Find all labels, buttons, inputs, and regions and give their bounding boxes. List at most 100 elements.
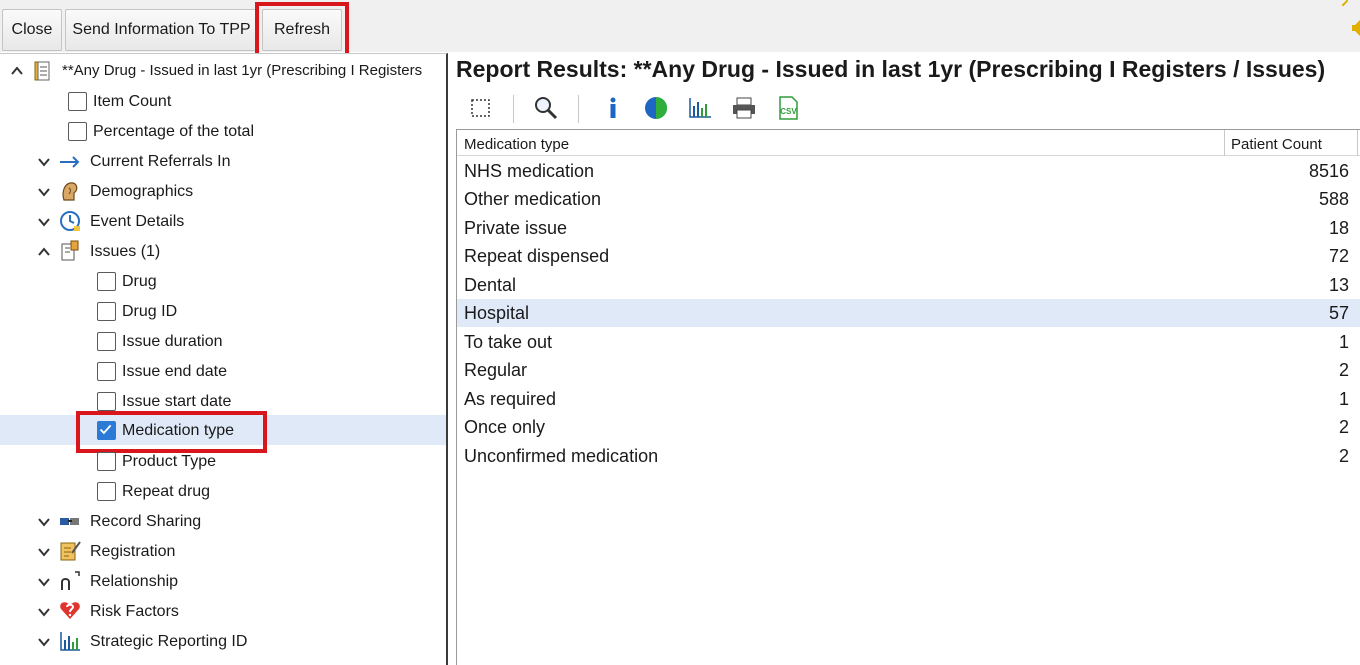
checkbox-medication-type[interactable] <box>97 421 116 440</box>
tree-item-label: Product Type <box>122 453 216 470</box>
tree-item-issue-duration[interactable]: Issue duration <box>0 327 446 357</box>
column-header-medication-type[interactable]: Medication type <box>464 136 569 153</box>
chevron-down-icon[interactable] <box>37 545 51 559</box>
tree-item-label: Issue start date <box>122 393 232 410</box>
column-header-patient-count[interactable]: Patient Count <box>1231 136 1322 153</box>
tree-group-label: Issues (1) <box>90 243 161 260</box>
column-divider[interactable] <box>1224 130 1225 156</box>
tree-group-label: Strategic Reporting ID <box>90 633 248 650</box>
column-divider <box>1357 130 1358 156</box>
cell-patient-count: 2 <box>1338 446 1349 466</box>
registration-form-icon <box>60 541 81 561</box>
cell-medication-type: As required <box>464 389 557 409</box>
results-table: Medication type Patient Count NHS medica… <box>456 129 1360 665</box>
cell-patient-count: 2 <box>1338 360 1349 380</box>
tree-root[interactable]: **Any Drug - Issued in last 1yr (Prescri… <box>0 56 446 86</box>
print-icon[interactable] <box>731 95 757 121</box>
pie-chart-icon[interactable] <box>643 95 669 121</box>
chevron-down-icon[interactable] <box>37 215 51 229</box>
chevron-down-icon[interactable] <box>37 515 51 529</box>
tree-group-issues[interactable]: Issues (1) <box>0 237 446 267</box>
checkbox-product-type[interactable] <box>97 452 116 471</box>
tree-item-label: Issue duration <box>122 333 223 350</box>
cell-medication-type: Other medication <box>464 189 602 209</box>
checkbox-issue-start-date[interactable] <box>97 392 116 411</box>
checkbox-issue-duration[interactable] <box>97 332 116 351</box>
chevron-down-icon[interactable] <box>37 605 51 619</box>
cell-medication-type: Hospital <box>464 303 530 323</box>
tree-group-strategic-reporting[interactable]: Strategic Reporting ID <box>0 627 446 657</box>
tree-group-demographics[interactable]: Demographics <box>0 177 446 207</box>
tree-group-label: Demographics <box>90 183 194 200</box>
tree-group-relationship[interactable]: Relationship <box>0 567 446 597</box>
table-row[interactable]: Private issue 18 <box>457 214 1360 242</box>
tree-item-product-type[interactable]: Product Type <box>0 447 446 477</box>
svg-text:CSV: CSV <box>780 107 797 116</box>
table-row[interactable]: NHS medication 8516 <box>457 157 1360 185</box>
table-row[interactable]: Regular 2 <box>457 356 1360 384</box>
table-row[interactable]: As required 1 <box>457 385 1360 413</box>
table-row[interactable]: Repeat dispensed 72 <box>457 242 1360 270</box>
chevron-down-icon[interactable] <box>37 155 51 169</box>
tree-item-percentage[interactable]: Percentage of the total <box>0 117 446 147</box>
tree-item-issue-end-date[interactable]: Issue end date <box>0 357 446 387</box>
tree-group-registration[interactable]: Registration <box>0 537 446 567</box>
tree-root-label: **Any Drug - Issued in last 1yr (Prescri… <box>62 62 423 79</box>
tree-group-record-sharing[interactable]: Record Sharing <box>0 507 446 537</box>
checkbox-percentage[interactable] <box>68 122 87 141</box>
cell-medication-type: Repeat dispensed <box>464 246 610 266</box>
heart-question-icon <box>60 602 80 619</box>
table-row[interactable]: Other medication 588 <box>457 185 1360 213</box>
tree-item-drug[interactable]: Drug <box>0 267 446 297</box>
table-row[interactable]: Once only 2 <box>457 413 1360 441</box>
table-row-selected[interactable]: Hospital 57 <box>457 299 1360 327</box>
tree-group-label: Registration <box>90 543 176 560</box>
tree-item-repeat-drug[interactable]: Repeat drug <box>0 477 446 507</box>
checkbox-drug[interactable] <box>97 272 116 291</box>
chevron-down-icon[interactable] <box>37 575 51 589</box>
report-title: Report Results: **Any Drug - Issued in l… <box>456 56 1326 82</box>
select-area-icon[interactable] <box>468 95 494 121</box>
record-sharing-icon <box>60 518 79 525</box>
report-panel: Report Results: **Any Drug - Issued in l… <box>450 53 1360 665</box>
csv-export-icon[interactable]: CSV <box>775 95 801 121</box>
checkbox-item-count[interactable] <box>68 92 87 111</box>
table-row[interactable]: To take out 1 <box>457 328 1360 356</box>
search-icon[interactable] <box>533 95 559 121</box>
cell-medication-type: Once only <box>464 417 546 437</box>
clock-icon <box>60 211 80 231</box>
tree-group-event-details[interactable]: Event Details <box>0 207 446 237</box>
cell-patient-count: 8516 <box>1308 161 1349 181</box>
chevron-down-icon[interactable] <box>37 185 51 199</box>
tree-group-risk-factors[interactable]: Risk Factors <box>0 597 446 627</box>
tree-item-label: Percentage of the total <box>93 123 254 140</box>
tree-item-drug-id[interactable]: Drug ID <box>0 297 446 327</box>
tree-item-medication-type[interactable]: Medication type <box>0 415 446 445</box>
bar-chart-icon[interactable] <box>687 95 713 121</box>
tree-group-label: Record Sharing <box>90 513 202 530</box>
info-icon[interactable] <box>600 95 626 121</box>
criteria-tree: **Any Drug - Issued in last 1yr (Prescri… <box>0 53 448 665</box>
chevron-down-icon[interactable] <box>37 635 51 649</box>
cell-medication-type: To take out <box>464 332 553 352</box>
tree-item-issue-start-date[interactable]: Issue start date <box>0 387 446 417</box>
tree-group-current-referrals[interactable]: Current Referrals In <box>0 147 446 177</box>
tree-item-label: Repeat drug <box>122 483 211 500</box>
checkbox-issue-end-date[interactable] <box>97 362 116 381</box>
cell-patient-count: 57 <box>1328 303 1349 323</box>
chevron-up-icon[interactable] <box>37 245 51 259</box>
send-information-button[interactable]: Send Information To TPP <box>65 9 258 51</box>
table-row[interactable]: Unconfirmed medication 2 <box>457 442 1360 470</box>
toolbar: Close Send Information To TPP Refresh <box>0 0 1360 58</box>
close-button[interactable]: Close <box>2 9 62 51</box>
checkbox-drug-id[interactable] <box>97 302 116 321</box>
tree-group-label: Relationship <box>90 573 179 590</box>
toolbar-separator <box>578 95 579 123</box>
checkbox-repeat-drug[interactable] <box>97 482 116 501</box>
chevron-up-icon[interactable] <box>10 64 24 78</box>
tree-item-label: Drug ID <box>122 303 178 320</box>
refresh-button[interactable]: Refresh <box>262 9 342 51</box>
tree-item-item-count[interactable]: Item Count <box>0 87 446 117</box>
table-row[interactable]: Dental 13 <box>457 271 1360 299</box>
cell-patient-count: 2 <box>1338 417 1349 437</box>
